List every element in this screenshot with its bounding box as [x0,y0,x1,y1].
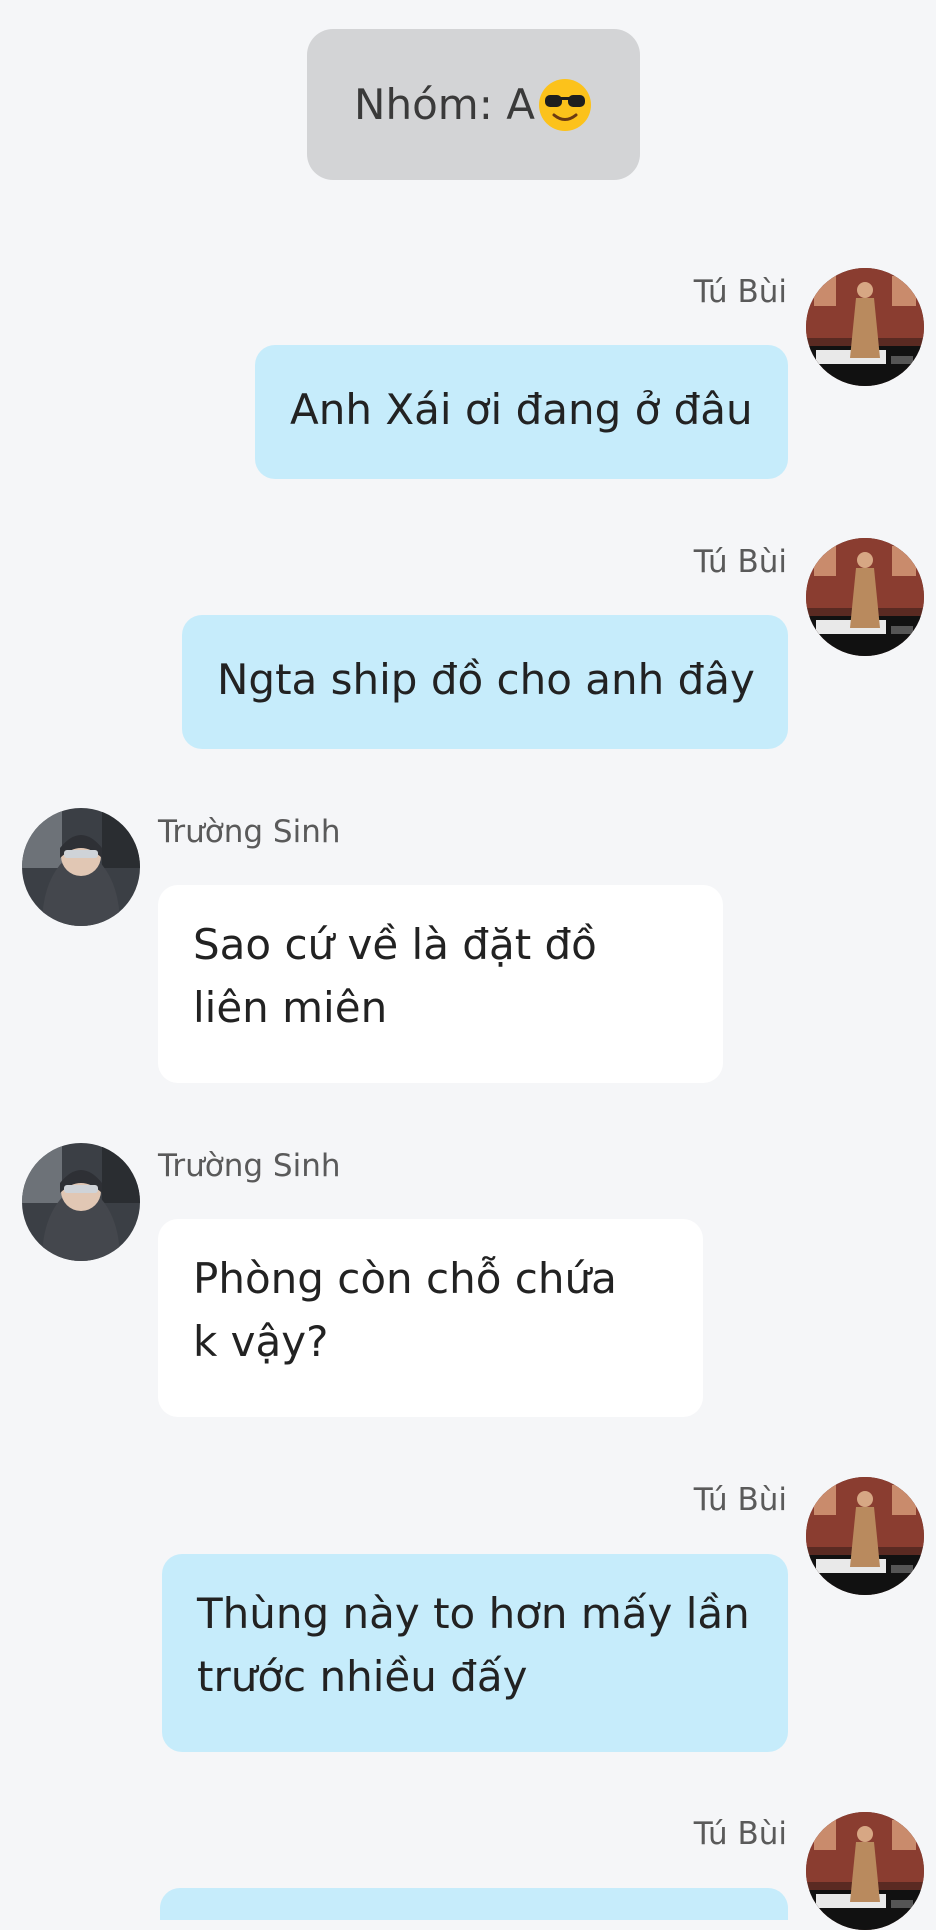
message-text-line: liên miên [193,983,388,1032]
sender-name: Tú Bùi [693,274,787,310]
message-text-line: k vậy? [193,1317,329,1366]
message-bubble[interactable]: Thùng này to hơn mấy lần trước nhiều đấy [162,1554,788,1752]
sunglasses-face-icon [537,77,593,133]
sender-name: Trường Sinh [158,1148,341,1184]
message-bubble[interactable] [160,1888,788,1920]
message-bubble[interactable]: Anh Xái ơi đang ở đâu [255,345,788,479]
group-name-label: Nhóm: A [354,80,535,129]
message-text-line: Phòng còn chỗ chứa [193,1254,617,1303]
avatar-tu-bui[interactable] [806,268,924,386]
message-bubble[interactable]: Phòng còn chỗ chứa k vậy? [158,1219,703,1417]
message-text-line: Sao cứ về là đặt đồ [193,920,597,969]
avatar-truong-sinh[interactable] [22,1143,140,1261]
avatar-truong-sinh[interactable] [22,808,140,926]
sender-name: Tú Bùi [693,1816,787,1852]
avatar-tu-bui[interactable] [806,1812,924,1930]
avatar-tu-bui[interactable] [806,538,924,656]
avatar-tu-bui[interactable] [806,1477,924,1595]
message-text-line: trước nhiều đấy [197,1652,528,1701]
message-text-line: Anh Xái ơi đang ở đâu [290,385,753,434]
sender-name: Tú Bùi [693,544,787,580]
message-bubble[interactable]: Sao cứ về là đặt đồ liên miên [158,885,723,1083]
message-text-line: Thùng này to hơn mấy lần [197,1589,750,1638]
message-text-line: Ngta ship đồ cho anh đây [217,655,755,704]
message-bubble[interactable]: Ngta ship đồ cho anh đây [182,615,788,749]
group-name-pill[interactable]: Nhóm: A [307,29,640,180]
sender-name: Tú Bùi [693,1482,787,1518]
sender-name: Trường Sinh [158,814,341,850]
